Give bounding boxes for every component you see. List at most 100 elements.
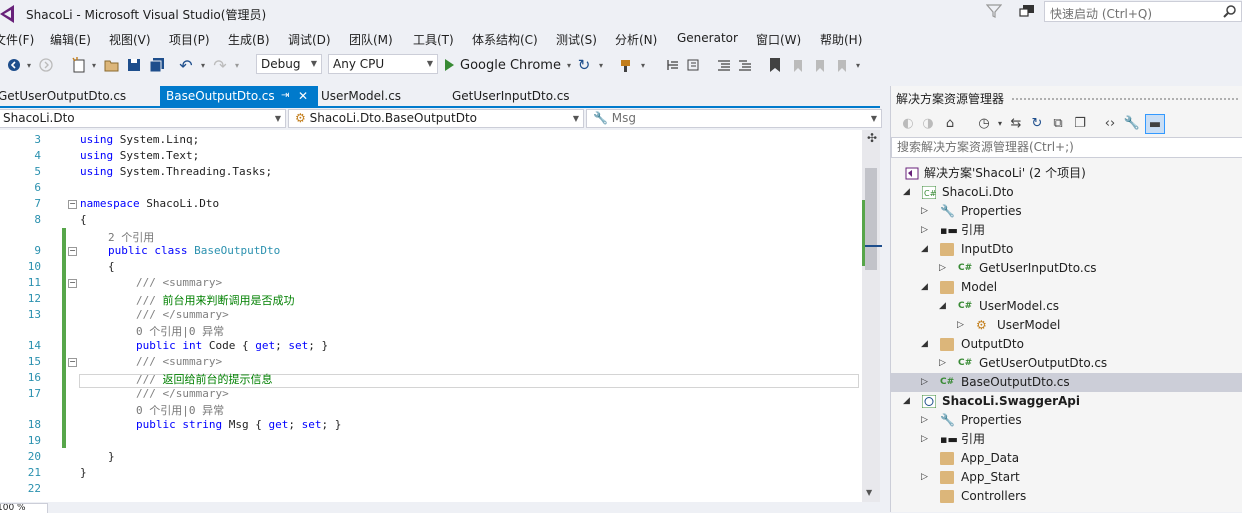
tree-item-folder-appdata[interactable]: App_Data (891, 449, 1242, 468)
bookmark-icon[interactable] (767, 55, 783, 75)
menu-generator[interactable]: Generator (677, 31, 738, 45)
new-project-icon[interactable] (70, 55, 88, 75)
show-all-files-icon[interactable]: ❐ (1071, 114, 1089, 132)
browser-link-dropdown-icon[interactable]: ▾ (638, 55, 648, 75)
scroll-down-icon[interactable]: ▼ (866, 488, 872, 497)
pin-icon[interactable]: ⇥ (281, 86, 289, 106)
sync-icon[interactable]: ⇆ (1007, 114, 1025, 132)
fold-toggle[interactable]: − (68, 247, 77, 256)
collapsed-arrow-icon[interactable]: ▷ (957, 316, 964, 335)
browser-link-icon[interactable] (618, 55, 636, 75)
tree-item-solution[interactable]: 解决方案'ShacoLi' (2 个项目) (891, 164, 1242, 183)
split-window-icon[interactable]: ✣ (866, 131, 878, 145)
tree-item-references[interactable]: ▷ ▪▬ 引用 (891, 221, 1242, 240)
expanded-arrow-icon[interactable]: ◢ (921, 335, 928, 354)
preview-selected-icon[interactable]: ▬ (1145, 114, 1165, 134)
fold-toggle[interactable]: − (68, 200, 77, 209)
solution-platform-select[interactable]: Any CPU ▼ (328, 54, 438, 74)
tree-item-folder-appstart[interactable]: ▷ App_Start (891, 468, 1242, 487)
menu-tools[interactable]: 工具(T) (413, 31, 454, 48)
collapsed-arrow-icon[interactable]: ▷ (921, 468, 928, 487)
tree-item-folder-outputdto[interactable]: ◢ OutputDto (891, 335, 1242, 354)
menu-edit[interactable]: 编辑(E) (50, 31, 91, 48)
menu-team[interactable]: 团队(M) (349, 31, 393, 48)
menu-file[interactable]: 文件(F) (0, 31, 34, 48)
fold-toggle[interactable]: − (68, 358, 77, 367)
step-into-icon[interactable] (665, 55, 681, 75)
new-dropdown-icon[interactable]: ▾ (90, 55, 98, 75)
back-dropdown-icon[interactable]: ▾ (24, 55, 34, 75)
tab-getuserinputdto[interactable]: GetUserInputDto.cs (446, 86, 592, 106)
codelens-references[interactable]: 0 个引用|0 异常 (136, 402, 224, 418)
clear-bookmarks-icon[interactable] (833, 55, 849, 75)
expanded-arrow-icon[interactable]: ◢ (903, 392, 910, 411)
expanded-arrow-icon[interactable]: ◢ (921, 278, 928, 297)
forward-icon[interactable]: ◑ (919, 114, 937, 132)
tree-item-file[interactable]: ▷ C# GetUserInputDto.cs (891, 259, 1242, 278)
home-icon[interactable]: ⌂ (941, 114, 959, 132)
tab-baseoutputdto[interactable]: BaseOutputDto.cs ⇥ ✕ (160, 86, 318, 106)
redo-icon[interactable]: ↷ (212, 55, 228, 75)
toolbar-overflow-icon[interactable]: ▾ (853, 55, 863, 75)
open-file-icon[interactable] (103, 55, 121, 75)
menu-architecture[interactable]: 体系结构(C) (472, 31, 538, 48)
next-bookmark-icon[interactable] (811, 55, 827, 75)
tab-usermodel[interactable]: UserModel.cs (315, 86, 441, 106)
previous-bookmark-icon[interactable] (789, 55, 805, 75)
undo-icon[interactable]: ↶ (178, 55, 194, 75)
expanded-arrow-icon[interactable]: ◢ (939, 297, 946, 316)
scrollbar-thumb[interactable] (865, 168, 877, 270)
menu-analyze[interactable]: 分析(N) (615, 31, 657, 48)
start-debugging-button[interactable]: Google Chrome ▾ (445, 54, 571, 76)
panel-grip[interactable] (1011, 97, 1239, 101)
project-dropdown[interactable]: ShacoLi.Dto ▼ (0, 109, 286, 128)
undo-dropdown-icon[interactable]: ▾ (198, 55, 208, 75)
tree-item-folder-inputdto[interactable]: ◢ InputDto (891, 240, 1242, 259)
codelens-references[interactable]: 2 个引用 (108, 229, 154, 245)
collapsed-arrow-icon[interactable]: ▷ (921, 430, 928, 449)
collapsed-arrow-icon[interactable]: ▷ (939, 259, 946, 278)
navigate-back-icon[interactable] (6, 55, 22, 75)
redo-dropdown-icon[interactable]: ▾ (232, 55, 242, 75)
close-icon[interactable]: ✕ (298, 86, 308, 106)
menu-window[interactable]: 窗口(W) (756, 31, 801, 48)
menu-build[interactable]: 生成(B) (228, 31, 270, 48)
filter-icon[interactable] (986, 3, 1002, 19)
tree-item-folder-controllers[interactable]: Controllers (891, 487, 1242, 506)
navigate-forward-icon[interactable] (38, 55, 54, 75)
tree-item-file-selected[interactable]: ▷ C# BaseOutputDto.cs (891, 373, 1242, 392)
collapsed-arrow-icon[interactable]: ▷ (939, 354, 946, 373)
tab-getuseroutputdto[interactable]: GetUserOutputDto.cs (0, 86, 158, 106)
comment-out-icon[interactable] (716, 55, 732, 75)
collapse-all-icon[interactable]: ⧉ (1049, 114, 1067, 132)
tree-item-references[interactable]: ▷ ▪▬ 引用 (891, 430, 1242, 449)
refresh-icon[interactable]: ↻ (576, 55, 592, 75)
menu-project[interactable]: 项目(P) (169, 31, 210, 48)
collapsed-arrow-icon[interactable]: ▷ (921, 202, 928, 221)
expanded-arrow-icon[interactable]: ◢ (903, 183, 910, 202)
tree-item-class[interactable]: ▷ ⚙ UserModel (891, 316, 1242, 335)
uncomment-icon[interactable] (737, 55, 753, 75)
feedback-icon[interactable] (1018, 3, 1036, 19)
menu-help[interactable]: 帮助(H) (820, 31, 862, 48)
view-code-icon[interactable]: ‹› (1101, 114, 1119, 132)
solution-search-input[interactable]: 搜索解决方案资源管理器(Ctrl+;) (891, 137, 1242, 158)
tree-item-project-swaggerapi[interactable]: ◢ ShacoLi.SwaggerApi (891, 392, 1242, 411)
type-dropdown[interactable]: ⚙ ShacoLi.Dto.BaseOutputDto ▼ (288, 109, 584, 128)
save-all-icon[interactable] (148, 55, 166, 75)
refresh-dropdown-icon[interactable]: ▾ (596, 55, 606, 75)
tree-item-file[interactable]: ▷ C# GetUserOutputDto.cs (891, 354, 1242, 373)
collapsed-arrow-icon[interactable]: ▷ (921, 221, 928, 240)
tree-item-file[interactable]: ◢ C# UserModel.cs (891, 297, 1242, 316)
tree-item-project-dto[interactable]: ◢ C# ShacoLi.Dto (891, 183, 1242, 202)
tree-item-properties[interactable]: ▷ 🔧 Properties (891, 411, 1242, 430)
menu-view[interactable]: 视图(V) (109, 31, 151, 48)
quick-launch-input[interactable]: 快速启动 (Ctrl+Q) (1044, 1, 1242, 22)
fold-toggle[interactable]: − (68, 279, 77, 288)
back-icon[interactable]: ◐ (899, 114, 917, 132)
solution-configuration-select[interactable]: Debug ▼ (256, 54, 322, 74)
step-over-icon[interactable] (685, 55, 701, 75)
save-icon[interactable] (126, 55, 142, 75)
code-editor[interactable]: 3 4 5 6 7 8 9 10 11 12 13 14 15 16 17 18… (0, 130, 862, 502)
refresh-icon[interactable]: ↻ (1028, 114, 1046, 132)
